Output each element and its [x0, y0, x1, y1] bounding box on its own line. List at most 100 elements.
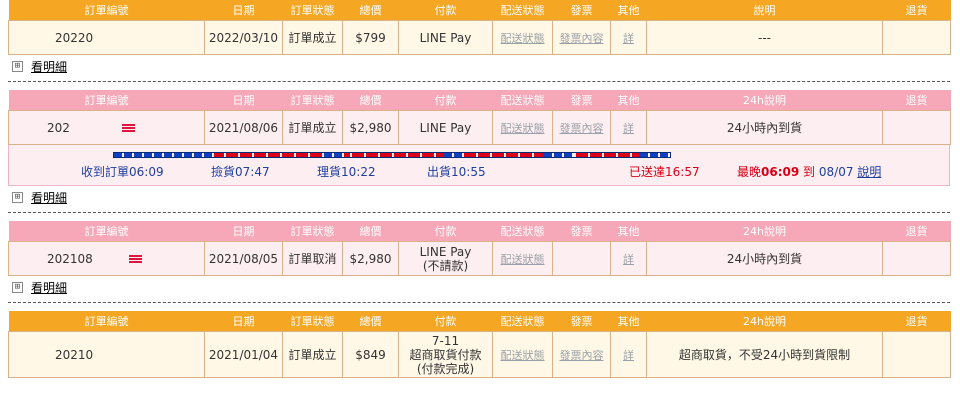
- order-number: 202: [47, 120, 70, 135]
- order-status: 訂單取消: [282, 241, 343, 276]
- invoice-link[interactable]: 發票內容: [560, 122, 604, 135]
- stage-picked: 撿貨07:47: [211, 165, 270, 179]
- col-payment: 付款: [398, 90, 493, 111]
- delivery-progress: 收到訂單06:09 撿貨07:47 理貨10:22 出貨10:55 已送達16:…: [8, 145, 950, 186]
- order-date: 2021/01/04: [204, 331, 283, 378]
- latest-mid: 到: [803, 165, 816, 179]
- order-date: 2022/03/10: [204, 20, 283, 55]
- payment-method: LINE Pay: [398, 20, 493, 55]
- payment-line-1: 7-11: [431, 333, 460, 348]
- return-cell: [882, 241, 951, 276]
- order-note: 24小時內到貨: [646, 241, 883, 276]
- col-date: 日期: [204, 311, 283, 332]
- col-order-no: 訂單編號: [8, 0, 205, 21]
- col-return: 退貨: [882, 90, 951, 111]
- col-date: 日期: [204, 0, 283, 21]
- return-cell: [882, 20, 951, 55]
- return-cell: [882, 110, 951, 145]
- order-total: $2,980: [342, 110, 399, 145]
- payment-method: LINE Pay: [398, 110, 493, 145]
- order-status: 訂單成立: [282, 110, 343, 145]
- col-invoice: 發票: [552, 0, 611, 21]
- stage-received: 收到訂單06:09: [81, 165, 164, 179]
- invoice-link[interactable]: 發票內容: [560, 32, 604, 45]
- col-other: 其他: [610, 90, 647, 111]
- col-invoice: 發票: [552, 311, 611, 332]
- detail-link[interactable]: 詳: [623, 32, 634, 45]
- order-number: 20220: [8, 20, 205, 55]
- order-block-2: 訂單編號 日期 訂單狀態 總價 付款 配送狀態 發票 其他 24h說明 退貨 2…: [8, 90, 951, 208]
- col-date: 日期: [204, 221, 283, 242]
- payment-method: 7-11 超商取貨付款 (付款完成): [398, 331, 493, 378]
- menu-icon[interactable]: [128, 254, 142, 264]
- progress-explain-link[interactable]: 說明: [857, 165, 881, 179]
- order-table: 訂單編號 日期 訂單狀態 總價 付款 配送狀態 發票 其他 24h說明 退貨 2…: [8, 221, 951, 276]
- view-details-link[interactable]: 看明細: [31, 279, 67, 296]
- divider: [8, 81, 950, 82]
- col-return: 退貨: [882, 221, 951, 242]
- col-date: 日期: [204, 90, 283, 111]
- payment-line-2: (不請款): [422, 258, 469, 273]
- col-other: 其他: [610, 311, 647, 332]
- invoice-link[interactable]: 發票內容: [560, 349, 604, 362]
- order-number-cell: 202: [8, 110, 205, 145]
- expand-icon[interactable]: ⊞: [12, 60, 23, 72]
- view-details[interactable]: ⊞ 看明細: [12, 276, 950, 298]
- shipping-status-link[interactable]: 配送狀態: [501, 253, 545, 266]
- col-total: 總價: [342, 0, 399, 21]
- invoice-cell: [552, 241, 611, 276]
- detail-link[interactable]: 詳: [623, 122, 634, 135]
- expand-icon[interactable]: ⊞: [12, 191, 23, 203]
- order-number-cell: 202108: [8, 241, 205, 276]
- detail-link[interactable]: 詳: [623, 253, 634, 266]
- shipping-status-link[interactable]: 配送狀態: [501, 32, 545, 45]
- view-details[interactable]: ⊞ 看明細: [12, 55, 950, 77]
- col-note: 說明: [646, 0, 883, 21]
- shipping-status-link[interactable]: 配送狀態: [501, 122, 545, 135]
- view-details[interactable]: ⊞ 看明細: [12, 186, 950, 208]
- col-total: 總價: [342, 311, 399, 332]
- col-shipping: 配送狀態: [492, 311, 553, 332]
- col-status: 訂單狀態: [282, 311, 343, 332]
- col-total: 總價: [342, 90, 399, 111]
- payment-line-2: 超商取貨付款: [409, 347, 482, 362]
- order-number: 202108: [47, 251, 93, 266]
- detail-link[interactable]: 詳: [623, 349, 634, 362]
- col-return: 退貨: [882, 0, 951, 21]
- order-block-4: 訂單編號 日期 訂單狀態 總價 付款 配送狀態 發票 其他 24h說明 退貨 2…: [8, 311, 951, 378]
- expand-icon[interactable]: ⊞: [12, 281, 23, 293]
- col-note: 24h說明: [646, 311, 883, 332]
- menu-icon[interactable]: [121, 123, 135, 133]
- latest-prefix: 最晚: [737, 165, 762, 179]
- payment-line-3: (付款完成): [416, 361, 475, 376]
- col-payment: 付款: [398, 221, 493, 242]
- shipping-status-link[interactable]: 配送狀態: [501, 349, 545, 362]
- col-status: 訂單狀態: [282, 221, 343, 242]
- order-block-1: 訂單編號 日期 訂單狀態 總價 付款 配送狀態 發票 其他 說明 退貨 2022…: [8, 0, 951, 77]
- col-note: 24h說明: [646, 90, 883, 111]
- return-cell: [882, 331, 951, 378]
- col-payment: 付款: [398, 311, 493, 332]
- col-order-no: 訂單編號: [8, 311, 205, 332]
- col-shipping: 配送狀態: [492, 90, 553, 111]
- view-details-link[interactable]: 看明細: [31, 189, 67, 206]
- view-details-link[interactable]: 看明細: [31, 58, 67, 75]
- stage-shipped: 出貨10:55: [427, 165, 486, 179]
- divider: [8, 302, 950, 303]
- col-other: 其他: [610, 0, 647, 21]
- latest-date: 08/07: [818, 165, 854, 179]
- divider: [8, 212, 950, 213]
- order-table: 訂單編號 日期 訂單狀態 總價 付款 配送狀態 發票 其他 24h說明 退貨 2…: [8, 90, 951, 145]
- order-number: 20210: [8, 331, 205, 378]
- order-status: 訂單成立: [282, 331, 343, 378]
- order-date: 2021/08/05: [204, 241, 283, 276]
- col-shipping: 配送狀態: [492, 221, 553, 242]
- order-note: 超商取貨，不受24小時到貨限制: [646, 331, 883, 378]
- order-note: 24小時內到貨: [646, 110, 883, 145]
- col-order-no: 訂單編號: [8, 90, 205, 111]
- col-shipping: 配送狀態: [492, 0, 553, 21]
- col-status: 訂單狀態: [282, 0, 343, 21]
- col-total: 總價: [342, 221, 399, 242]
- order-note: ---: [646, 20, 883, 55]
- payment-method: LINE Pay (不請款): [398, 241, 493, 276]
